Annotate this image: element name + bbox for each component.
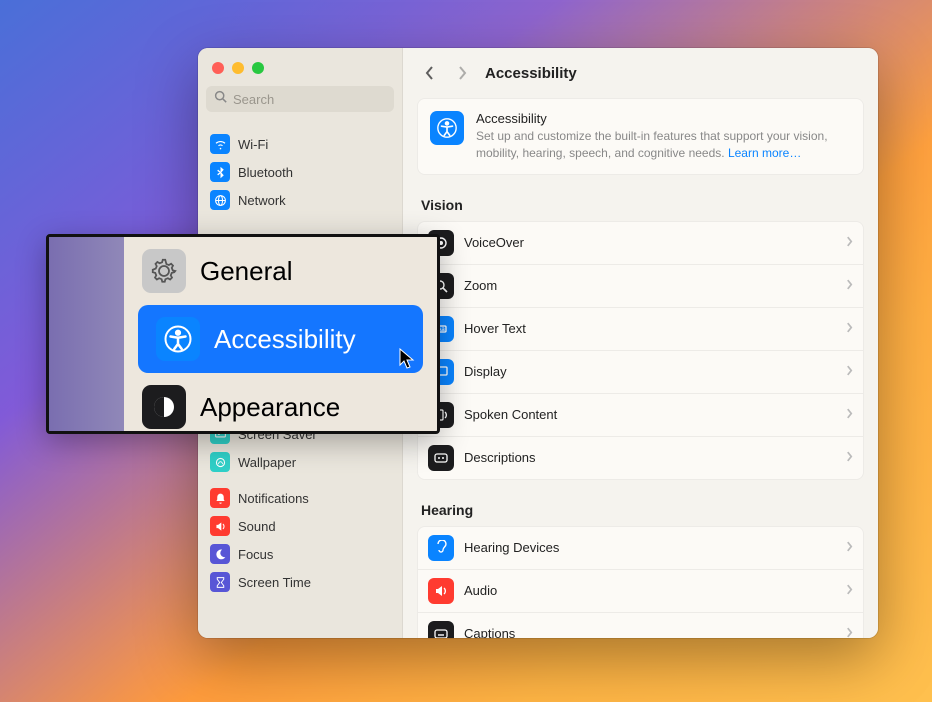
- callout-background-stripe: [49, 237, 124, 431]
- sidebar-item-wifi[interactable]: Wi-Fi: [202, 130, 398, 158]
- sidebar-item-label: Focus: [238, 547, 273, 562]
- callout-item-appearance[interactable]: Appearance: [124, 373, 437, 434]
- pane-hovertext[interactable]: Aa Hover Text: [418, 308, 863, 351]
- cursor-icon: [399, 348, 417, 375]
- wifi-icon: [210, 134, 230, 154]
- zoom-callout: General Accessibility Appearance: [46, 234, 440, 434]
- section-title-hearing: Hearing: [421, 502, 860, 518]
- captions-icon: [428, 621, 454, 638]
- sidebar-item-bluetooth[interactable]: Bluetooth: [202, 158, 398, 186]
- search-icon: [214, 90, 227, 108]
- speaker-icon: [210, 516, 230, 536]
- chevron-right-icon: [846, 582, 853, 600]
- content-body: Accessibility Set up and customize the b…: [403, 98, 878, 638]
- pane-voiceover[interactable]: VoiceOver: [418, 222, 863, 265]
- content-area: Accessibility Accessibility Set up and c…: [403, 48, 878, 638]
- callout-panel: General Accessibility Appearance: [124, 237, 437, 431]
- chevron-right-icon: [846, 625, 853, 638]
- callout-item-label: General: [200, 256, 293, 287]
- chevron-right-icon: [846, 234, 853, 252]
- close-button[interactable]: [212, 62, 224, 74]
- back-button[interactable]: [421, 64, 439, 82]
- chevron-right-icon: [846, 449, 853, 467]
- pane-label: VoiceOver: [464, 235, 836, 250]
- page-title: Accessibility: [485, 65, 577, 82]
- globe-icon: [210, 190, 230, 210]
- toolbar: Accessibility: [403, 48, 878, 98]
- pane-zoom[interactable]: Zoom: [418, 265, 863, 308]
- pane-descriptions[interactable]: Descriptions: [418, 437, 863, 479]
- callout-item-accessibility[interactable]: Accessibility: [138, 305, 423, 373]
- sidebar-item-wallpaper[interactable]: Wallpaper: [202, 448, 398, 476]
- chevron-right-icon: [846, 277, 853, 295]
- audio-icon: [428, 578, 454, 604]
- hourglass-icon: [210, 572, 230, 592]
- pane-display[interactable]: Display: [418, 351, 863, 394]
- pane-label: Hover Text: [464, 321, 836, 336]
- chevron-right-icon: [846, 406, 853, 424]
- sidebar-item-label: Bluetooth: [238, 165, 293, 180]
- search-input[interactable]: [233, 92, 386, 107]
- pane-label: Zoom: [464, 278, 836, 293]
- sidebar-item-label: Network: [238, 193, 286, 208]
- appearance-icon: [142, 385, 186, 429]
- hearing-devices-icon: [428, 535, 454, 561]
- learn-more-link[interactable]: Learn more…: [728, 146, 801, 160]
- chevron-right-icon: [846, 363, 853, 381]
- moon-icon: [210, 544, 230, 564]
- pane-label: Audio: [464, 583, 836, 598]
- callout-item-general[interactable]: General: [124, 237, 437, 305]
- sidebar-item-screentime[interactable]: Screen Time: [202, 568, 398, 596]
- minimize-button[interactable]: [232, 62, 244, 74]
- vision-list: VoiceOver Zoom Aa Hover Text Display: [417, 221, 864, 480]
- sidebar-item-notifications[interactable]: Notifications: [202, 484, 398, 512]
- pane-audio[interactable]: Audio: [418, 570, 863, 613]
- forward-button[interactable]: [453, 64, 471, 82]
- pane-label: Descriptions: [464, 450, 836, 465]
- pane-label: Captions: [464, 626, 836, 638]
- bell-icon: [210, 488, 230, 508]
- sidebar-item-label: Sound: [238, 519, 276, 534]
- pane-label: Spoken Content: [464, 407, 836, 422]
- chevron-right-icon: [846, 539, 853, 557]
- pane-spoken-content[interactable]: Spoken Content: [418, 394, 863, 437]
- accessibility-icon: [156, 317, 200, 361]
- hero-description: Set up and customize the built-in featur…: [476, 128, 851, 162]
- hearing-list: Hearing Devices Audio Captions: [417, 526, 864, 638]
- search-field-wrap[interactable]: [206, 86, 394, 112]
- gear-icon: [142, 249, 186, 293]
- sidebar-item-label: Notifications: [238, 491, 309, 506]
- pane-captions[interactable]: Captions: [418, 613, 863, 638]
- sidebar-item-network[interactable]: Network: [202, 186, 398, 214]
- pane-label: Display: [464, 364, 836, 379]
- sidebar-item-label: Screen Time: [238, 575, 311, 590]
- descriptions-icon: [428, 445, 454, 471]
- maximize-button[interactable]: [252, 62, 264, 74]
- sidebar-item-label: Wi-Fi: [238, 137, 268, 152]
- pane-label: Hearing Devices: [464, 540, 836, 555]
- sidebar-item-focus[interactable]: Focus: [202, 540, 398, 568]
- callout-item-label: Appearance: [200, 392, 340, 423]
- pane-hearing-devices[interactable]: Hearing Devices: [418, 527, 863, 570]
- hero-title: Accessibility: [476, 111, 851, 126]
- sidebar-item-sound[interactable]: Sound: [202, 512, 398, 540]
- chevron-right-icon: [846, 320, 853, 338]
- window-controls: [198, 48, 402, 84]
- wallpaper-icon: [210, 452, 230, 472]
- section-title-vision: Vision: [421, 197, 860, 213]
- sidebar-item-label: Wallpaper: [238, 455, 296, 470]
- bluetooth-icon: [210, 162, 230, 182]
- callout-item-label: Accessibility: [214, 324, 356, 355]
- hero-card: Accessibility Set up and customize the b…: [417, 98, 864, 175]
- accessibility-icon: [430, 111, 464, 145]
